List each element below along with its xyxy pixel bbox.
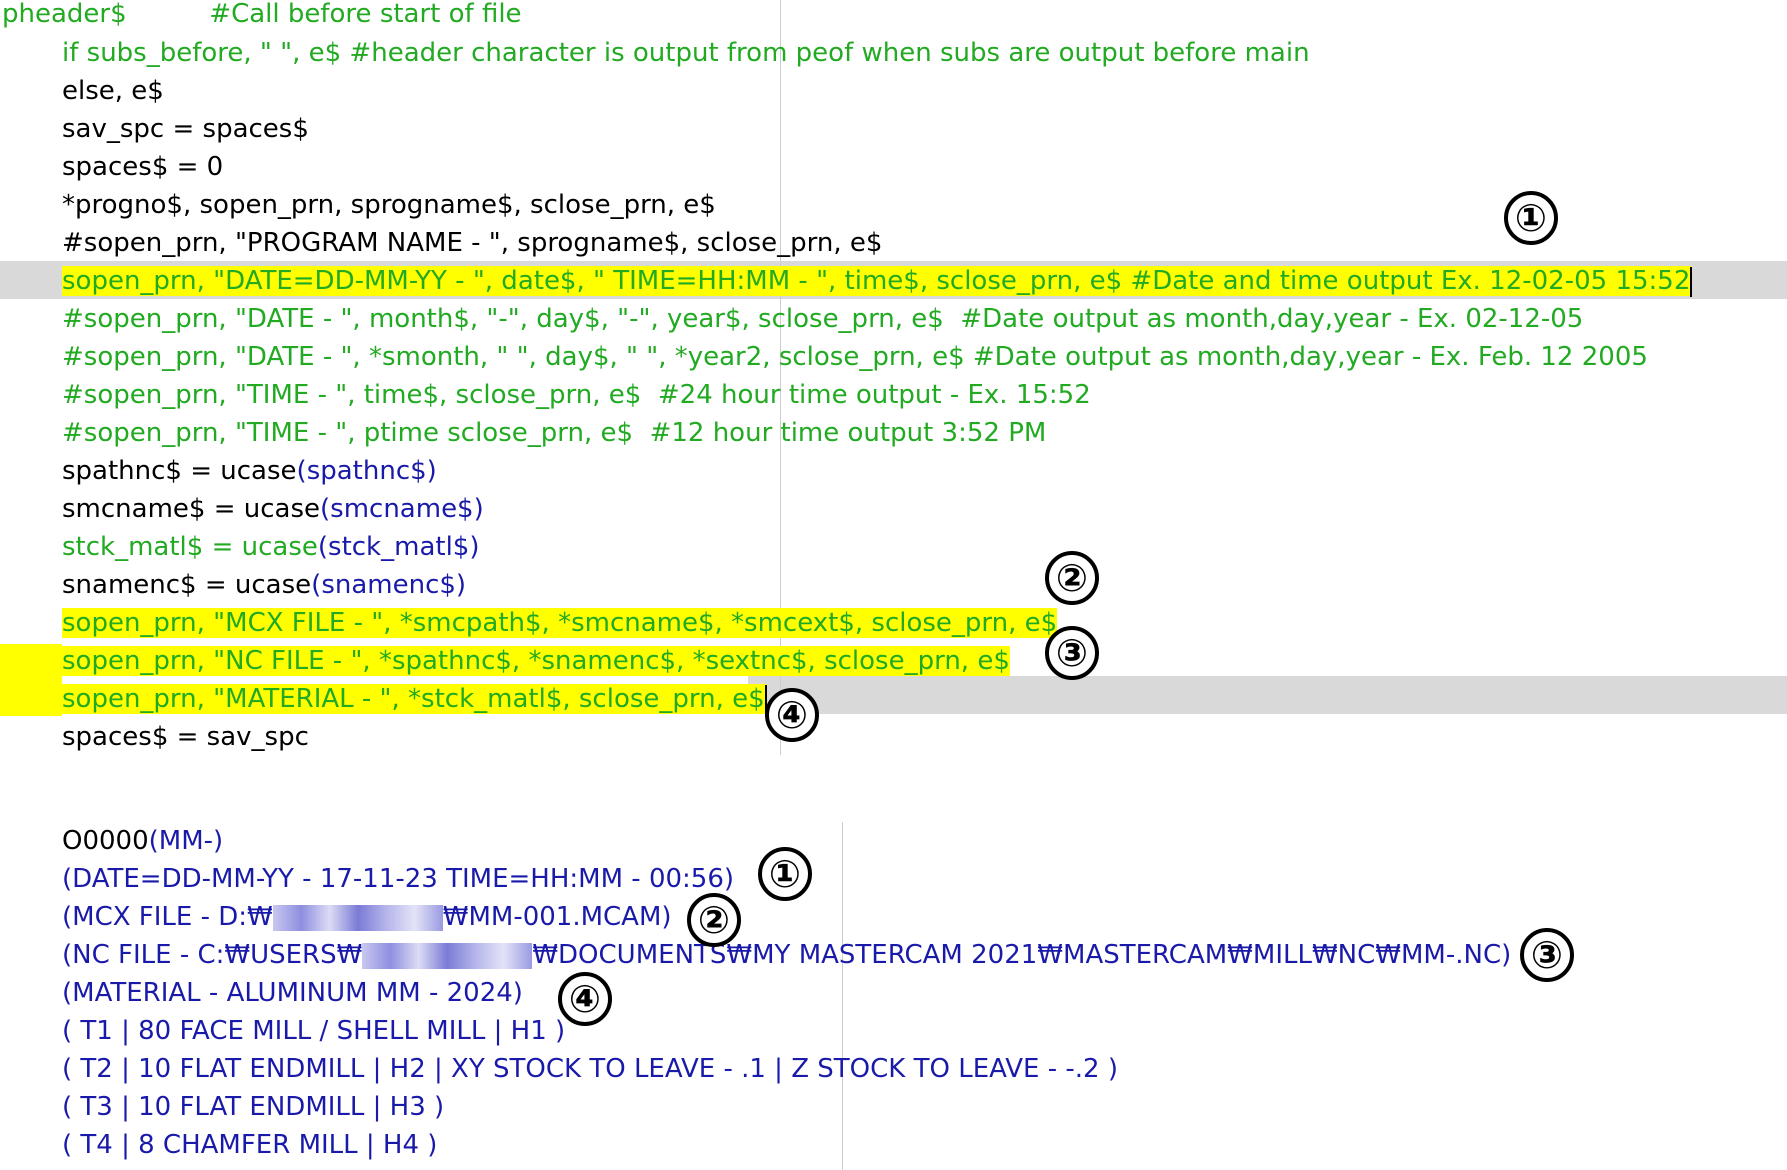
code-token: #sopen_prn, "DATE - ", *smonth, " ", day… xyxy=(62,342,1648,372)
current-line-band-2 xyxy=(748,676,1787,714)
output-token: (MATERIAL - ALUMINUM MM - 2024) xyxy=(62,978,523,1008)
output-line: ( T3 | 10 FLAT ENDMILL | H3 ) xyxy=(62,1088,444,1126)
callout-badge-2-top: ② xyxy=(1045,551,1099,605)
code-token: sav_spc = spaces$ xyxy=(62,114,309,144)
output-token: (NC FILE - C:₩USERS₩ xyxy=(62,940,363,970)
redacted-path xyxy=(362,942,533,969)
code-token: *progno$, sopen_prn, sprogname$, sclose_… xyxy=(62,190,716,220)
callout-badge-4-bottom: ④ xyxy=(558,972,612,1026)
code-token: #sopen_prn, "TIME - ", ptime sclose_prn,… xyxy=(62,418,1047,448)
text-caret xyxy=(1690,266,1693,297)
code-line[interactable]: spaces$ = sav_spc xyxy=(62,718,309,756)
code-token: #sopen_prn, "DATE - ", month$, "-", day$… xyxy=(62,304,1584,334)
code-token: #sopen_prn, "PROGRAM NAME - ", sprogname… xyxy=(62,228,883,258)
code-token: (stck_matl$) xyxy=(317,532,480,562)
output-line: (MATERIAL - ALUMINUM MM - 2024) xyxy=(62,974,523,1012)
output-token: ( T1 | 80 FACE MILL / SHELL MILL | H1 ) xyxy=(62,1016,566,1046)
output-line: O0000(MM-) xyxy=(62,822,223,860)
code-line[interactable]: sopen_prn, "DATE=DD-MM-YY - ", date$, " … xyxy=(62,262,1693,300)
output-token: (MCX FILE - D:₩ xyxy=(62,902,273,932)
output-token: ( T3 | 10 FLAT ENDMILL | H3 ) xyxy=(62,1092,445,1122)
code-line[interactable]: pheader$ #Call before start of file xyxy=(2,0,522,33)
code-token: spaces$ = sav_spc xyxy=(62,722,309,752)
output-token: ( T2 | 10 FLAT ENDMILL | H2 | XY STOCK T… xyxy=(62,1054,1118,1084)
output-token: O0000 xyxy=(62,826,149,856)
yellow-margin-nc xyxy=(0,644,62,682)
code-token: pheader$ #Call before start of file xyxy=(2,0,522,29)
callout-badge-2-bottom: ② xyxy=(687,893,741,947)
code-token: stck_matl$ = ucase xyxy=(62,532,318,562)
code-token: if subs_before, " ", e$ #header characte… xyxy=(62,38,1310,68)
code-line[interactable]: sopen_prn, "NC FILE - ", *spathnc$, *sna… xyxy=(62,642,1010,680)
output-token: ₩MM-001.MCAM) xyxy=(442,902,672,932)
code-line[interactable]: else, e$ xyxy=(62,72,164,110)
code-token: else, e$ xyxy=(62,76,164,106)
code-token: sopen_prn, "MATERIAL - ", *stck_matl$, s… xyxy=(62,684,765,714)
callout-badge-4-top: ④ xyxy=(765,688,819,742)
code-line[interactable]: spathnc$ = ucase(spathnc$) xyxy=(62,452,437,490)
code-line[interactable]: *progno$, sopen_prn, sprogname$, sclose_… xyxy=(62,186,716,224)
output-line: ( T2 | 10 FLAT ENDMILL | H2 | XY STOCK T… xyxy=(62,1050,1118,1088)
code-token: spaces$ = 0 xyxy=(62,152,224,182)
output-line: ( T1 | 80 FACE MILL / SHELL MILL | H1 ) xyxy=(62,1012,565,1050)
output-line: (MCX FILE - D:₩ ₩MM-001.MCAM) xyxy=(62,898,672,936)
yellow-margin-material xyxy=(0,681,62,716)
output-token: (DATE=DD-MM-YY - 17-11-23 TIME=HH:MM - 0… xyxy=(62,864,735,894)
code-token: snamenc$ = ucase xyxy=(62,570,312,600)
code-line[interactable]: #sopen_prn, "DATE - ", month$, "-", day$… xyxy=(62,300,1583,338)
code-line[interactable]: #sopen_prn, "PROGRAM NAME - ", sprogname… xyxy=(62,224,882,262)
code-line[interactable]: sav_spc = spaces$ xyxy=(62,110,309,148)
code-line[interactable]: stck_matl$ = ucase(stck_matl$) xyxy=(62,528,479,566)
code-token: smcname$ = ucase xyxy=(62,494,321,524)
code-line[interactable]: #sopen_prn, "TIME - ", time$, sclose_prn… xyxy=(62,376,1091,414)
code-token: sopen_prn, "MCX FILE - ", *smcpath$, *sm… xyxy=(62,608,1058,638)
code-token: sopen_prn, "DATE=DD-MM-YY - ", date$, " … xyxy=(62,266,1691,296)
redacted-path xyxy=(272,904,443,931)
output-line: (NC FILE - C:₩USERS₩ ₩DOCUMENTS₩MY MASTER… xyxy=(62,936,1511,974)
code-line[interactable]: spaces$ = 0 xyxy=(62,148,223,186)
code-token: #sopen_prn, "TIME - ", time$, sclose_prn… xyxy=(62,380,1091,410)
code-token: (spathnc$) xyxy=(296,456,437,486)
code-line[interactable]: #sopen_prn, "TIME - ", ptime sclose_prn,… xyxy=(62,414,1046,452)
code-line[interactable]: sopen_prn, "MCX FILE - ", *smcpath$, *sm… xyxy=(62,604,1058,642)
output-token: (MM-) xyxy=(148,826,224,856)
code-token: spathnc$ = ucase xyxy=(62,456,297,486)
output-line: (DATE=DD-MM-YY - 17-11-23 TIME=HH:MM - 0… xyxy=(62,860,734,898)
code-token: (snamenc$) xyxy=(311,570,467,600)
code-line[interactable]: sopen_prn, "MATERIAL - ", *stck_matl$, s… xyxy=(62,680,767,718)
code-token: sopen_prn, "NC FILE - ", *spathnc$, *sna… xyxy=(62,646,1010,676)
code-line[interactable]: #sopen_prn, "DATE - ", *smonth, " ", day… xyxy=(62,338,1648,376)
output-line: ( T4 | 8 CHAMFER MILL | H4 ) xyxy=(62,1126,437,1164)
column-guide-bottom xyxy=(842,822,843,1170)
code-token: (smcname$) xyxy=(320,494,484,524)
output-token: ( T4 | 8 CHAMFER MILL | H4 ) xyxy=(62,1130,438,1160)
code-line[interactable]: if subs_before, " ", e$ #header characte… xyxy=(62,34,1310,72)
callout-badge-3-top: ③ xyxy=(1045,626,1099,680)
code-line[interactable]: snamenc$ = ucase(snamenc$) xyxy=(62,566,466,604)
callout-badge-1-bottom: ① xyxy=(758,847,812,901)
callout-badge-1-top: ① xyxy=(1504,191,1558,245)
output-token: ₩DOCUMENTS₩MY MASTERCAM 2021₩MASTERCAM₩M… xyxy=(532,940,1512,970)
callout-badge-3-bottom: ③ xyxy=(1520,928,1574,982)
code-line[interactable]: smcname$ = ucase(smcname$) xyxy=(62,490,484,528)
